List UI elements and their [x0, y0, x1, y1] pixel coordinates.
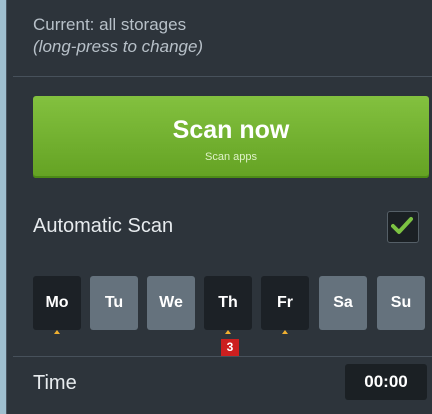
long-press-hint: (long-press to change) — [33, 37, 204, 56]
scan-apps-sublabel: Scan apps — [205, 151, 257, 163]
time-label: Time — [33, 372, 77, 394]
scan-now-button[interactable]: Scan now Scan apps — [33, 96, 429, 178]
selected-marker-icon — [225, 330, 231, 334]
day-label: Tu — [104, 294, 124, 311]
day-sa[interactable]: Sa — [319, 276, 367, 330]
day-label: Sa — [333, 294, 353, 311]
scan-now-label: Scan now — [172, 116, 290, 144]
divider — [13, 76, 432, 77]
day-label: We — [159, 294, 183, 311]
checkmark-icon — [391, 217, 413, 234]
day-label: Su — [390, 294, 412, 311]
day-th[interactable]: Th — [204, 276, 252, 334]
divider — [13, 356, 432, 357]
time-picker[interactable]: 00:00 — [345, 364, 427, 400]
selected-marker-icon — [54, 330, 60, 334]
day-mo[interactable]: Mo — [33, 276, 81, 334]
automatic-scan-checkbox[interactable] — [387, 211, 419, 243]
day-we[interactable]: We — [147, 276, 195, 330]
selected-marker-icon — [282, 330, 288, 334]
day-label: Mo — [45, 294, 69, 311]
day-label: Th — [218, 294, 238, 311]
day-tu[interactable]: Tu — [90, 276, 138, 330]
day-fr[interactable]: Fr — [261, 276, 309, 334]
storage-info[interactable]: Current: all storages (long-press to cha… — [33, 14, 203, 58]
automatic-scan-label: Automatic Scan — [33, 215, 174, 237]
day-label: Fr — [277, 294, 293, 311]
day-su[interactable]: Su — [377, 276, 425, 330]
current-storage-text: Current: all storages — [33, 15, 187, 34]
settings-panel: Current: all storages (long-press to cha… — [6, 0, 432, 414]
callout-badge: 3 — [221, 339, 239, 356]
